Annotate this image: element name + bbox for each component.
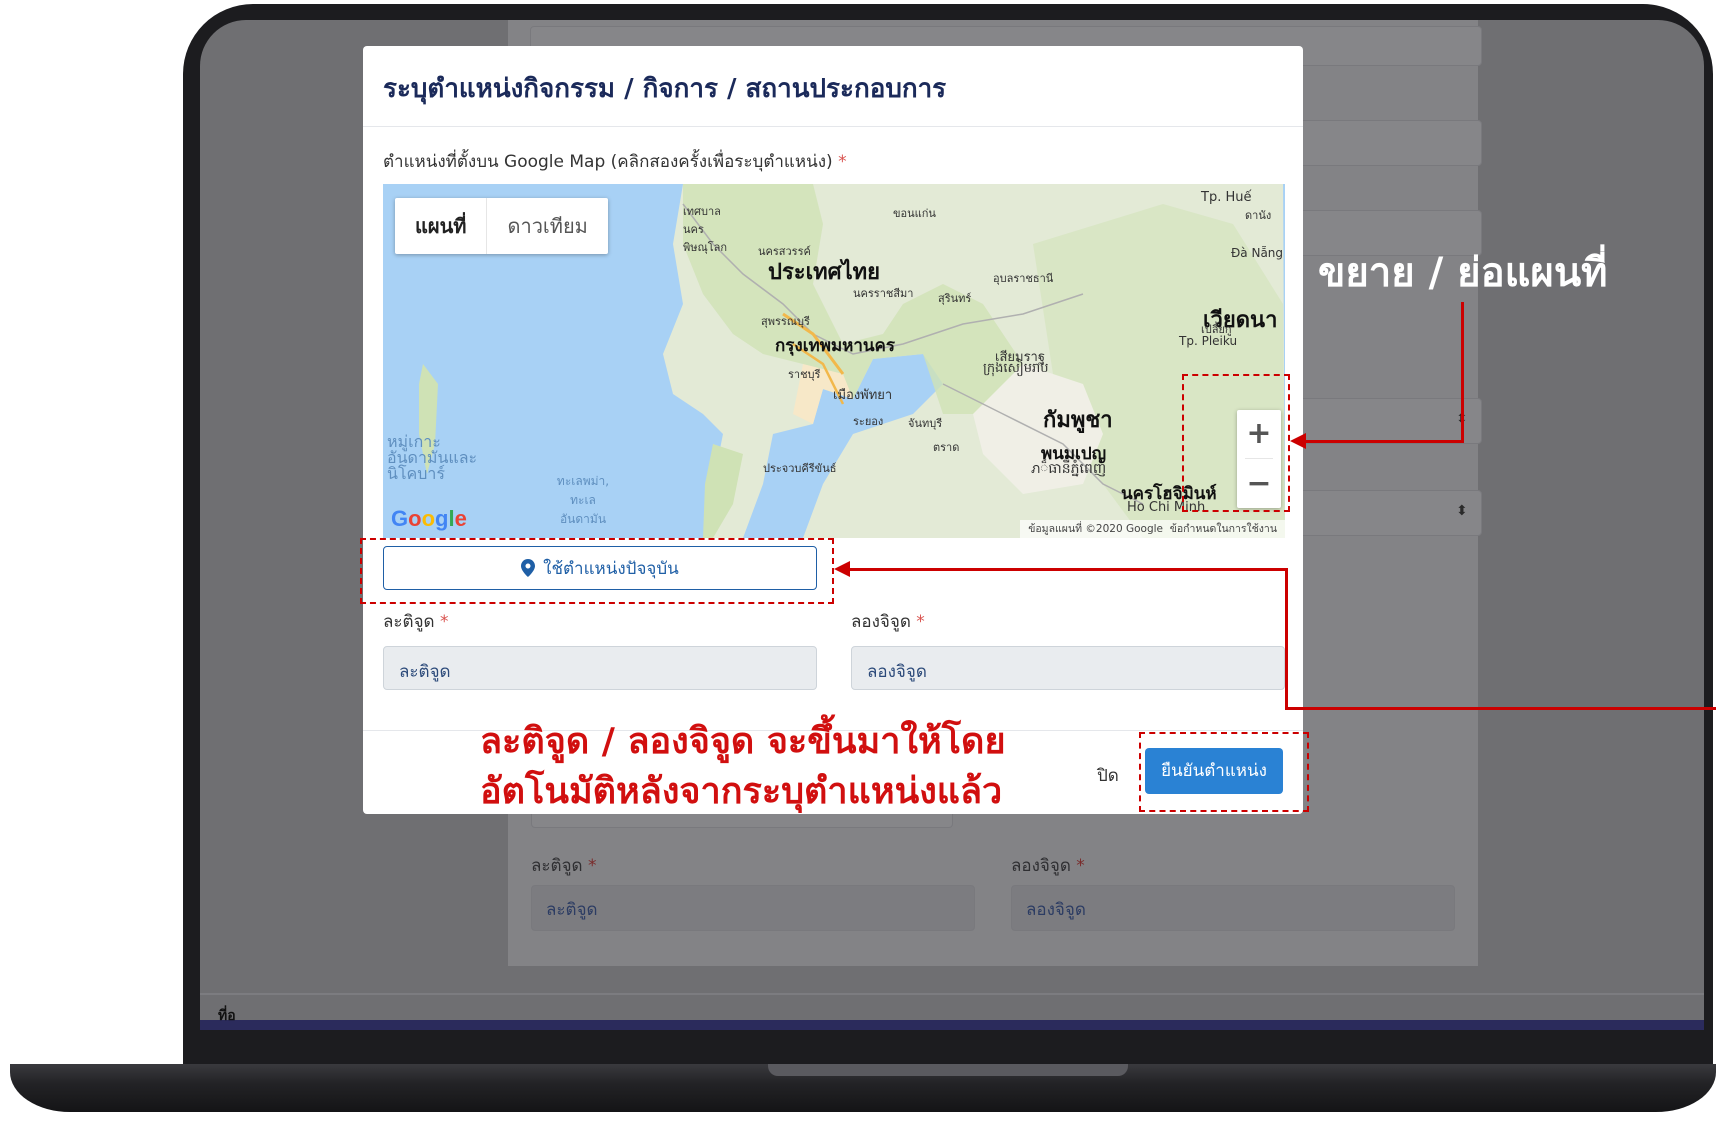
google-logo: Google (391, 506, 467, 531)
background-longitude-label: ลองจิจูด * (1011, 856, 1085, 876)
modal-title: ระบุตำแหน่งกิจกรรม / กิจการ / สถานประกอบ… (383, 74, 947, 104)
longitude-input[interactable]: ลองจิจูด (851, 646, 1285, 690)
confirm-button-highlight-box (1139, 732, 1309, 812)
modal-header: ระบุตำแหน่งกิจกรรม / กิจการ / สถานประกอบ… (363, 46, 1303, 127)
map-label-siem-reap-km: ក្រុងសៀមរាប (983, 361, 1049, 376)
latitude-placeholder: ละติจูด (399, 662, 451, 682)
map-label-pleiku: Tp. Pleiku (1179, 334, 1238, 348)
map-label-pattaya: เมืองพัทยา (833, 388, 893, 403)
map-label-danang: Đà Nẵng (1231, 246, 1284, 260)
zoom-annotation-line (1302, 440, 1464, 443)
zoom-arrow-head (1290, 433, 1306, 449)
map-label-trat: ตราด (933, 441, 960, 454)
location-annotation-line (1285, 568, 1288, 710)
background-latitude-input (531, 885, 975, 931)
map-label-andaman-islands: หมู่เกาะอันดามันและนิโคบาร์ (387, 432, 478, 483)
map-field-label: ตำแหน่งที่ตั้งบน Google Map (คลิกสองครั้… (383, 152, 847, 172)
map-label-prachuap: ประจวบคีรีขันธ์ (763, 462, 837, 475)
background-divider (200, 993, 1704, 995)
location-modal: ระบุตำแหน่งกิจกรรม / กิจการ / สถานประกอบ… (363, 46, 1303, 814)
map-label-khonkaen: ขอนแก่น (893, 207, 936, 220)
latitude-input[interactable]: ละติจูด (383, 646, 817, 690)
latitude-label: ละติจูด * (383, 612, 449, 632)
zoom-annotation: ขยาย / ย่อแผนที่ (1318, 250, 1608, 296)
location-annotation-line (850, 568, 1288, 571)
map-label-andaman-sea: ทะเลพม่า, ทะเล อันดามัน (556, 474, 610, 526)
map-label-bangkok: กรุงเทพมหานคร (775, 336, 896, 356)
map-label-suphanburi: สุพรรณบุรี (761, 315, 810, 328)
background-longitude-placeholder: ลองจิจูด (1026, 900, 1086, 920)
map-label-phitsanulok: เทศบาลนคร พิษณุโลก (683, 205, 728, 254)
taskbar (200, 1020, 1704, 1030)
location-arrow-head (834, 561, 850, 577)
map-label-phnom-penh-km: ภ៏ធានីភ្នំពេញ (1031, 461, 1107, 477)
longitude-label: ลองจิจูด * (851, 612, 925, 632)
map-type-satellite-button[interactable]: ดาวเทียม (486, 198, 607, 254)
background-latitude-label: ละติจูด * (531, 856, 597, 876)
map-label-rayong: ระยอง (853, 415, 884, 428)
laptop-notch (768, 1064, 1128, 1076)
zoom-highlight-box (1182, 374, 1290, 512)
background-partial-text: ที่อ (218, 1008, 236, 1024)
map-type-control: แผนที่ ดาวเทียม (395, 198, 608, 254)
map-label-cambodia: กัมพูชา (1043, 408, 1113, 433)
select-caret-icon: ⬍ (1456, 503, 1468, 519)
map-attribution: ข้อมูลแผนที่ ©2020 Google ข้อกำหนดในการใ… (1020, 520, 1285, 538)
map-label-hue: Tp. Huế (1201, 190, 1252, 205)
background-latitude-placeholder: ละติจูด (546, 900, 598, 920)
map-label-nakhonratchasima: นครราชสีมา (853, 287, 914, 300)
map-label-surin: สุรินทร์ (938, 292, 972, 305)
zoom-annotation-line (1461, 302, 1464, 442)
longitude-placeholder: ลองจิจูด (867, 662, 927, 682)
map-label-chanthaburi: จันทบุรี (908, 417, 943, 430)
map-label-ratchaburi: ราชบุรี (788, 368, 821, 381)
map-label-ubon: อุบลราชธานี (993, 272, 1054, 285)
location-button-highlight-box (360, 538, 834, 604)
close-button[interactable]: ปิด (1097, 762, 1119, 789)
autofill-annotation-line1: ละติจูด / ลองจิจูด จะขึ้นมาให้โดย (480, 721, 1006, 762)
map-label-danang-th: ดานัง (1245, 209, 1272, 222)
location-annotation-line (1285, 707, 1716, 710)
autofill-annotation-line2: อัตโนมัติหลังจากระบุตำแหน่งแล้ว (480, 771, 1003, 812)
google-map[interactable]: แผนที่ ดาวเทียม เทศบาลนคร พิษณุโลก ขอนแก… (383, 184, 1285, 538)
map-type-map-button[interactable]: แผนที่ (395, 198, 486, 254)
